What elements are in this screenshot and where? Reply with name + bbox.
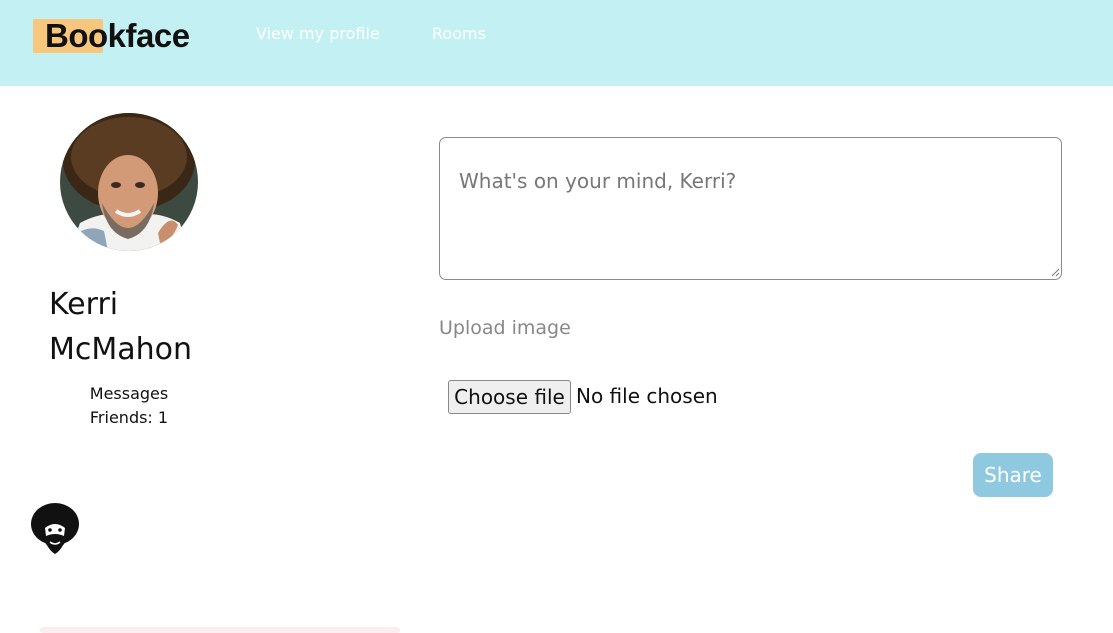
resize-handle-icon[interactable] xyxy=(1050,267,1060,277)
messages-link[interactable]: Messages xyxy=(60,384,198,403)
bob-ross-silhouette-icon xyxy=(30,502,80,558)
profile-avatar[interactable] xyxy=(60,113,198,251)
friends-count: Friends: 1 xyxy=(89,408,169,427)
post-card-edge xyxy=(40,627,400,633)
profile-name: Kerri McMahon xyxy=(49,282,239,372)
logo-text: Bookface xyxy=(45,17,190,54)
file-status-text: No file chosen xyxy=(576,384,718,408)
profile-first-name: Kerri xyxy=(49,287,119,322)
top-navbar: Bookface View my profile Rooms xyxy=(0,0,1113,86)
nav-view-profile-link[interactable]: View my profile xyxy=(256,24,380,43)
post-textarea[interactable] xyxy=(439,137,1062,280)
bookface-logo[interactable]: Bookface xyxy=(33,18,190,54)
avatar-photo xyxy=(60,113,198,251)
choose-file-button[interactable]: Choose file xyxy=(448,380,571,414)
nav-rooms-link[interactable]: Rooms xyxy=(432,24,486,43)
share-button[interactable]: Share xyxy=(973,453,1053,497)
profile-last-name: McMahon xyxy=(49,332,193,367)
upload-image-label: Upload image xyxy=(439,317,571,339)
